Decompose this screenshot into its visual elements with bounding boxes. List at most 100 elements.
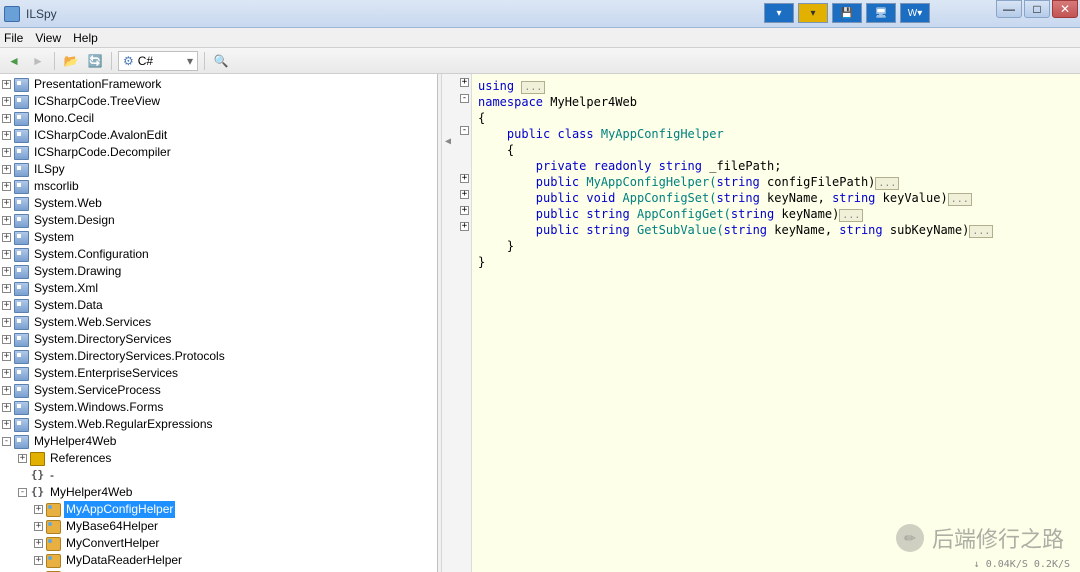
- tree-item[interactable]: + MyDataReaderHelper: [0, 552, 437, 569]
- tree-item[interactable]: +ICSharpCode.AvalonEdit: [0, 127, 437, 144]
- window-title: ILSpy: [26, 7, 57, 21]
- fold-icon[interactable]: -: [460, 126, 469, 135]
- open-button[interactable]: 📂: [61, 51, 81, 71]
- expand-icon[interactable]: +: [2, 148, 11, 157]
- taskbar-monitor-icon[interactable]: 🖥: [866, 3, 896, 23]
- fold-icon[interactable]: -: [460, 94, 469, 103]
- tree-item[interactable]: +System.EnterpriseServices: [0, 365, 437, 382]
- expand-icon[interactable]: +: [2, 250, 11, 259]
- fold-icon[interactable]: +: [460, 190, 469, 199]
- expand-icon[interactable]: +: [2, 182, 11, 191]
- tree-item[interactable]: + MyAppConfigHelper: [0, 501, 437, 518]
- expand-icon[interactable]: +: [2, 403, 11, 412]
- tree-item[interactable]: +System.DirectoryServices.Protocols: [0, 348, 437, 365]
- back-button[interactable]: ◄: [4, 51, 24, 71]
- tree-item[interactable]: +mscorlib: [0, 178, 437, 195]
- tree-item[interactable]: +System.Web.Services: [0, 314, 437, 331]
- tree-label: MyDataReaderHelper: [64, 552, 184, 569]
- tree-item[interactable]: + System: [0, 229, 437, 246]
- tree-item[interactable]: -{}MyHelper4Web: [0, 484, 437, 501]
- assembly-icon: [14, 265, 29, 279]
- expand-icon[interactable]: +: [34, 522, 43, 531]
- expand-icon[interactable]: +: [2, 369, 11, 378]
- close-button[interactable]: ✕: [1052, 0, 1078, 18]
- expand-icon[interactable]: +: [2, 420, 11, 429]
- tree-label: System.Web.RegularExpressions: [32, 416, 215, 433]
- tree-item[interactable]: + System.Web.RegularExpressions: [0, 416, 437, 433]
- expand-icon[interactable]: +: [2, 233, 11, 242]
- code-editor[interactable]: + - - + + + + ◀ using ... namespace MyHe…: [442, 74, 1080, 572]
- tree-item[interactable]: {}-: [0, 467, 437, 484]
- tree-item[interactable]: +MyConvertHelper: [0, 535, 437, 552]
- tree-item[interactable]: +ICSharpCode.Decompiler: [0, 144, 437, 161]
- tree-item[interactable]: +System.DirectoryServices: [0, 331, 437, 348]
- tree-item[interactable]: +ILSpy: [0, 161, 437, 178]
- fold-icon[interactable]: +: [460, 206, 469, 215]
- tree-item[interactable]: -MyHelper4Web: [0, 433, 437, 450]
- expand-icon[interactable]: +: [18, 454, 27, 463]
- language-select[interactable]: ⚙ C# ▾: [118, 51, 198, 71]
- menu-view[interactable]: View: [35, 31, 61, 45]
- arrow-icon[interactable]: ◀: [445, 136, 451, 147]
- tree-item[interactable]: +System.Windows.Forms: [0, 399, 437, 416]
- expand-icon[interactable]: +: [2, 318, 11, 327]
- tree-item[interactable]: +System.ServiceProcess: [0, 382, 437, 399]
- minimize-button[interactable]: —: [996, 0, 1022, 18]
- collapse-icon[interactable]: -: [2, 437, 11, 446]
- expand-icon[interactable]: +: [2, 301, 11, 310]
- assembly-tree[interactable]: +PresentationFramework+ICSharpCode.TreeV…: [0, 74, 438, 572]
- tree-item[interactable]: +PresentationFramework: [0, 76, 437, 93]
- menu-file[interactable]: File: [4, 31, 23, 45]
- expand-icon[interactable]: +: [2, 216, 11, 225]
- titlebar: ILSpy ▾ ▾ 💾 🖥 W▾ — □ ✕: [0, 0, 1080, 28]
- menu-help[interactable]: Help: [73, 31, 98, 45]
- maximize-button[interactable]: □: [1024, 0, 1050, 18]
- expand-icon[interactable]: +: [34, 505, 43, 514]
- expand-icon[interactable]: +: [34, 539, 43, 548]
- expand-icon[interactable]: +: [2, 131, 11, 140]
- fold-icon[interactable]: +: [460, 78, 469, 87]
- assembly-icon: [14, 95, 29, 109]
- assembly-icon: [14, 129, 29, 143]
- taskbar-save-icon[interactable]: 💾: [832, 3, 862, 23]
- expand-icon[interactable]: +: [2, 199, 11, 208]
- assembly-icon: [14, 214, 29, 228]
- tree-item[interactable]: +References: [0, 450, 437, 467]
- tree-label: MyAppConfigHelper: [64, 501, 175, 518]
- expand-icon[interactable]: +: [2, 80, 11, 89]
- tree-item[interactable]: +System.Drawing: [0, 263, 437, 280]
- expand-icon[interactable]: +: [2, 284, 11, 293]
- expand-icon[interactable]: +: [2, 165, 11, 174]
- assembly-icon: [14, 78, 29, 92]
- expand-icon[interactable]: +: [2, 352, 11, 361]
- assembly-icon: [14, 367, 29, 381]
- tree-item[interactable]: + System.Xml: [0, 280, 437, 297]
- search-button[interactable]: 🔍: [211, 51, 231, 71]
- expand-icon[interactable]: +: [2, 386, 11, 395]
- expand-icon[interactable]: +: [2, 114, 11, 123]
- expand-icon[interactable]: +: [2, 97, 11, 106]
- expand-icon[interactable]: +: [34, 556, 43, 565]
- tree-item[interactable]: +MyBase64Helper: [0, 518, 437, 535]
- tree-label: System: [32, 229, 76, 246]
- namespace-icon: {}: [30, 469, 45, 483]
- tree-item[interactable]: +System.Design: [0, 212, 437, 229]
- expand-icon[interactable]: +: [2, 335, 11, 344]
- taskbar-word-icon[interactable]: W▾: [900, 3, 930, 23]
- tree-label: System.Xml: [32, 280, 100, 297]
- forward-button[interactable]: ►: [28, 51, 48, 71]
- taskbar-item[interactable]: ▾: [764, 3, 794, 23]
- fold-icon[interactable]: +: [460, 222, 469, 231]
- separator: [54, 52, 55, 70]
- collapse-icon[interactable]: -: [18, 488, 27, 497]
- tree-item[interactable]: +Mono.Cecil: [0, 110, 437, 127]
- reload-button[interactable]: 🔄: [85, 51, 105, 71]
- tree-item[interactable]: +System.Web: [0, 195, 437, 212]
- assembly-icon: [14, 282, 29, 296]
- taskbar-item[interactable]: ▾: [798, 3, 828, 23]
- tree-item[interactable]: +System.Data: [0, 297, 437, 314]
- tree-item[interactable]: +ICSharpCode.TreeView: [0, 93, 437, 110]
- expand-icon[interactable]: +: [2, 267, 11, 276]
- tree-item[interactable]: +System.Configuration: [0, 246, 437, 263]
- fold-icon[interactable]: +: [460, 174, 469, 183]
